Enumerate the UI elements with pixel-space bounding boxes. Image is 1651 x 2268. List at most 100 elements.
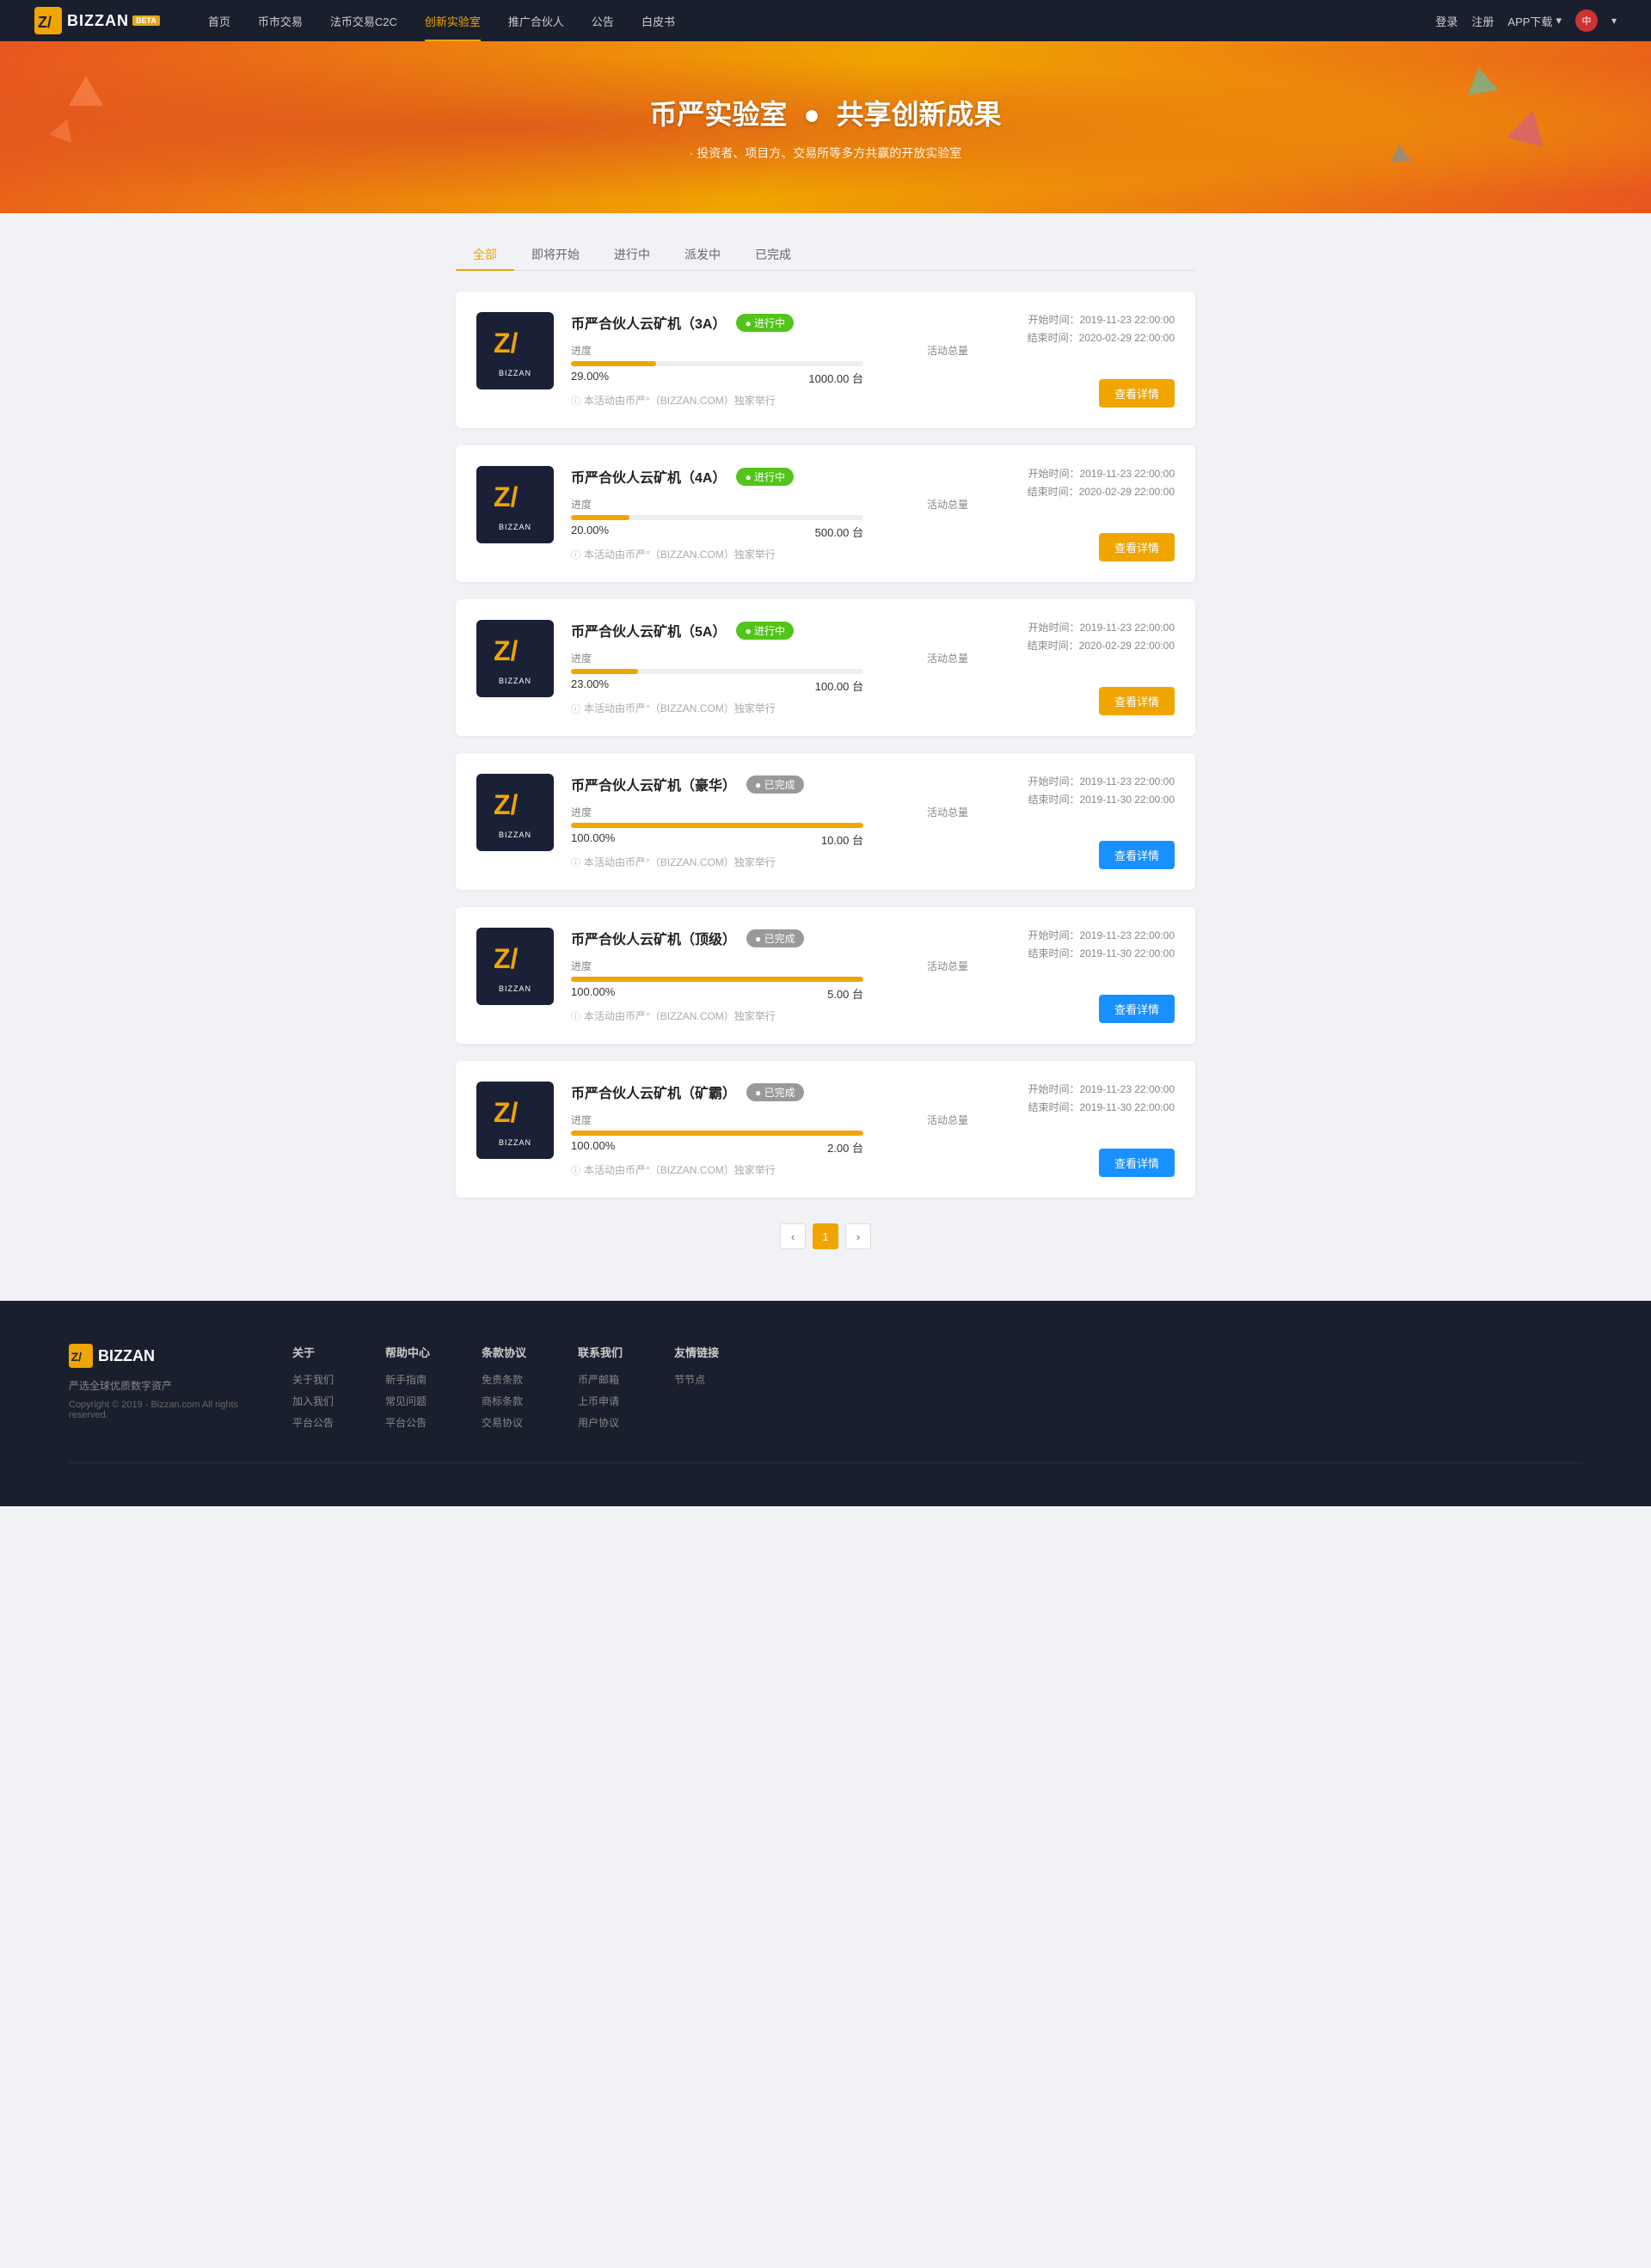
page-1-button[interactable]: 1 bbox=[813, 1223, 838, 1249]
footer-terms-title: 条款协议 bbox=[482, 1344, 526, 1360]
app-download-button[interactable]: APP下载 ▾ bbox=[1507, 13, 1562, 29]
language-selector[interactable]: 中 bbox=[1575, 9, 1598, 32]
footer-logo: Z/ BIZZAN bbox=[69, 1344, 241, 1368]
hero-subtitle: · 投资者、项目方、交易所等多方共赢的开放实验室 bbox=[690, 144, 962, 162]
next-arrow-icon: › bbox=[856, 1230, 860, 1243]
progress-section-4: 进度 活动总量 100.00% 5.00 台 bbox=[571, 959, 968, 1002]
nav-partner[interactable]: 推广合伙人 bbox=[494, 0, 578, 41]
project-meta-2: 开始时间：2019-11-23 22:00:00 结束时间：2020-02-29… bbox=[985, 620, 1175, 715]
hero-title: 币严实验室 ● 共享创新成果 bbox=[649, 93, 1001, 132]
status-badge-2: ● 进行中 bbox=[736, 622, 794, 640]
project-footer-text-3: 本活动由币严°（BIZZAN.COM）独家举行 bbox=[584, 855, 776, 869]
project-logo-2: Z/ BIZZAN bbox=[476, 620, 554, 697]
project-logo-0: Z/ BIZZAN bbox=[476, 312, 554, 389]
tab-active[interactable]: 进行中 bbox=[597, 239, 667, 270]
footer-about-link-3[interactable]: 平台公告 bbox=[292, 1415, 334, 1430]
info-icon-0: ⓘ bbox=[571, 394, 580, 408]
project-footer-3: ⓘ 本活动由币严°（BIZZAN.COM）独家举行 bbox=[571, 855, 968, 869]
register-button[interactable]: 注册 bbox=[1471, 13, 1494, 29]
detail-button-0[interactable]: 查看详情 bbox=[1099, 379, 1175, 408]
start-time-3: 开始时间：2019-11-23 22:00:00 bbox=[1028, 774, 1175, 788]
brand-name: BIZZAN bbox=[67, 12, 129, 30]
footer-contact-link-1[interactable]: 币严邮箱 bbox=[578, 1372, 623, 1387]
footer-contact-link-2[interactable]: 上币申请 bbox=[578, 1394, 623, 1408]
tab-completed[interactable]: 已完成 bbox=[738, 239, 808, 270]
progress-pct-3: 100.00% bbox=[571, 831, 615, 848]
project-footer-text-1: 本活动由币严°（BIZZAN.COM）独家举行 bbox=[584, 547, 776, 561]
nav-home[interactable]: 首页 bbox=[194, 0, 244, 41]
svg-text:Z/: Z/ bbox=[38, 14, 52, 31]
footer-contact-title: 联系我们 bbox=[578, 1344, 623, 1360]
status-badge-1: ● 进行中 bbox=[736, 468, 794, 486]
next-page-button[interactable]: › bbox=[845, 1223, 871, 1249]
prev-page-button[interactable]: ‹ bbox=[780, 1223, 806, 1249]
footer-friendlinks-title: 友情链接 bbox=[674, 1344, 719, 1360]
footer-about-link-1[interactable]: 关于我们 bbox=[292, 1372, 334, 1387]
brand-logo[interactable]: Z/ BIZZAN BETA bbox=[34, 7, 160, 34]
footer-terms-link-1[interactable]: 免责条款 bbox=[482, 1372, 526, 1387]
total-label-0: 活动总量 bbox=[927, 343, 968, 358]
date-info-5: 开始时间：2019-11-23 22:00:00 结束时间：2019-11-30… bbox=[1028, 1082, 1175, 1118]
project-meta-5: 开始时间：2019-11-23 22:00:00 结束时间：2019-11-30… bbox=[985, 1082, 1175, 1177]
svg-text:Z/: Z/ bbox=[494, 943, 519, 974]
nav-lab[interactable]: 创新实验室 bbox=[411, 0, 494, 41]
footer-terms-link-3[interactable]: 交易协议 bbox=[482, 1415, 526, 1430]
tab-distributing[interactable]: 派发中 bbox=[667, 239, 738, 270]
detail-button-4[interactable]: 查看详情 bbox=[1099, 995, 1175, 1023]
login-button[interactable]: 登录 bbox=[1435, 13, 1458, 29]
main-content: 全部 即将开始 进行中 派发中 已完成 Z/ BIZZAN 币严合伙人云矿机（3… bbox=[439, 213, 1212, 1301]
progress-pct-5: 100.00% bbox=[571, 1139, 615, 1155]
progress-labels-4: 进度 活动总量 bbox=[571, 959, 968, 973]
prev-arrow-icon: ‹ bbox=[791, 1230, 795, 1243]
filter-tabs: 全部 即将开始 进行中 派发中 已完成 bbox=[456, 239, 1195, 271]
footer-about-col: 关于 关于我们 加入我们 平台公告 bbox=[292, 1344, 334, 1437]
footer-friendlink-1[interactable]: 节节点 bbox=[674, 1372, 719, 1387]
progress-bar-fill-2 bbox=[571, 669, 638, 674]
date-info-0: 开始时间：2019-11-23 22:00:00 结束时间：2020-02-29… bbox=[1028, 312, 1175, 348]
progress-bar-fill-3 bbox=[571, 823, 863, 828]
project-logo-icon-3: Z/ bbox=[494, 787, 537, 825]
tab-all[interactable]: 全部 bbox=[456, 239, 514, 270]
nav-whitepaper[interactable]: 白皮书 bbox=[628, 0, 689, 41]
progress-labels-1: 进度 活动总量 bbox=[571, 497, 968, 512]
progress-bar-bg-0 bbox=[571, 361, 863, 366]
footer-help-title: 帮助中心 bbox=[385, 1344, 430, 1360]
project-logo-icon-1: Z/ bbox=[494, 479, 537, 518]
footer-terms-link-2[interactable]: 商标条款 bbox=[482, 1394, 526, 1408]
progress-section-1: 进度 活动总量 20.00% 500.00 台 bbox=[571, 497, 968, 540]
project-card-2: Z/ BIZZAN 币严合伙人云矿机（5A） ● 进行中 进度 活动总量 bbox=[456, 599, 1195, 736]
total-label-4: 活动总量 bbox=[927, 959, 968, 973]
nav-announcement[interactable]: 公告 bbox=[578, 0, 628, 41]
svg-text:Z/: Z/ bbox=[494, 481, 519, 512]
detail-button-5[interactable]: 查看详情 bbox=[1099, 1149, 1175, 1177]
chevron-down-icon-lang: ▾ bbox=[1611, 15, 1617, 27]
footer-contact-link-3[interactable]: 用户协议 bbox=[578, 1415, 623, 1430]
end-time-4: 结束时间：2019-11-30 22:00:00 bbox=[1028, 946, 1175, 960]
total-amount-2: 100.00 台 bbox=[815, 677, 863, 694]
progress-bar-bg-1 bbox=[571, 515, 863, 520]
total-label-1: 活动总量 bbox=[927, 497, 968, 512]
tab-upcoming[interactable]: 即将开始 bbox=[514, 239, 597, 270]
nav-trading[interactable]: 币市交易 bbox=[244, 0, 316, 41]
progress-pct-2: 23.00% bbox=[571, 677, 609, 694]
start-time-1: 开始时间：2019-11-23 22:00:00 bbox=[1028, 466, 1175, 481]
project-header-2: 币严合伙人云矿机（5A） ● 进行中 bbox=[571, 620, 968, 641]
detail-button-3[interactable]: 查看详情 bbox=[1099, 841, 1175, 869]
nav-c2c[interactable]: 法币交易C2C bbox=[316, 0, 411, 41]
progress-section-2: 进度 活动总量 23.00% 100.00 台 bbox=[571, 651, 968, 694]
footer-about-link-2[interactable]: 加入我们 bbox=[292, 1394, 334, 1408]
deco-tri-5 bbox=[1389, 144, 1411, 162]
footer-help-link-2[interactable]: 常见问题 bbox=[385, 1394, 430, 1408]
footer-links: 关于 关于我们 加入我们 平台公告 帮助中心 新手指南 常见问题 平台公告 条款… bbox=[292, 1344, 1582, 1437]
detail-button-2[interactable]: 查看详情 bbox=[1099, 687, 1175, 715]
footer-brand: Z/ BIZZAN 严选全球优质数字资产 Copyright © 2019 - … bbox=[69, 1344, 241, 1437]
footer-help-link-1[interactable]: 新手指南 bbox=[385, 1372, 430, 1387]
main-nav: 首页 币市交易 法币交易C2C 创新实验室 推广合伙人 公告 白皮书 bbox=[194, 0, 1436, 41]
start-time-5: 开始时间：2019-11-23 22:00:00 bbox=[1028, 1082, 1175, 1096]
project-header-3: 币严合伙人云矿机（豪华） ● 已完成 bbox=[571, 774, 968, 794]
footer-help-link-3[interactable]: 平台公告 bbox=[385, 1415, 430, 1430]
project-logo-1: Z/ BIZZAN bbox=[476, 466, 554, 543]
progress-pct-1: 20.00% bbox=[571, 524, 609, 540]
detail-button-1[interactable]: 查看详情 bbox=[1099, 533, 1175, 561]
project-meta-3: 开始时间：2019-11-23 22:00:00 结束时间：2019-11-30… bbox=[985, 774, 1175, 869]
